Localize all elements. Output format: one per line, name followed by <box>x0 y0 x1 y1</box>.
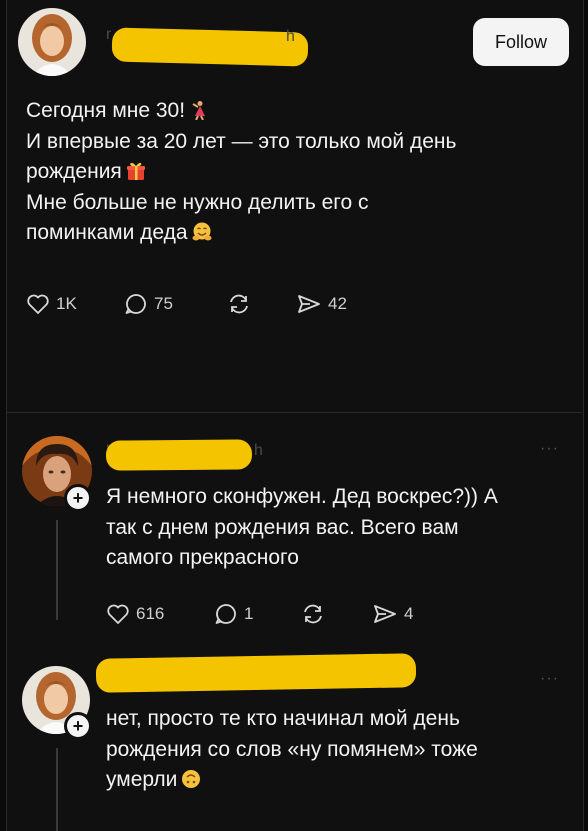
post-divider <box>6 412 582 413</box>
reply1-reply-count: 1 <box>244 604 254 623</box>
reply2-more-icon[interactable]: ··· <box>540 670 559 688</box>
repost-icon <box>230 294 248 314</box>
reply2-username-redaction <box>95 653 417 693</box>
reply2-follow-plus-icon[interactable]: + <box>64 712 92 740</box>
reply2-line-3: умерли <box>106 768 178 791</box>
follow-button[interactable]: Follow <box>473 18 569 66</box>
reply1-line-3: самого прекрасного <box>106 546 299 569</box>
like-count: 1K <box>56 294 77 313</box>
repost-button[interactable] <box>226 293 252 315</box>
share-count: 42 <box>328 294 347 313</box>
dancer-emoji <box>192 101 206 120</box>
send-icon <box>298 295 320 313</box>
author-avatar[interactable] <box>18 8 86 76</box>
reply1-username-redaction <box>105 439 253 471</box>
post-line-4: Мне больше не нужно делить его с <box>26 190 369 214</box>
reply1-time-residue: h <box>254 442 263 459</box>
like-button[interactable]: 1K <box>26 293 77 315</box>
reply1-share-button[interactable]: 4 <box>372 603 413 625</box>
hugging-face-emoji <box>192 222 212 241</box>
reply-count: 75 <box>154 294 173 313</box>
heart-icon <box>107 604 129 624</box>
reply1-line-2: так с днем рождения вас. Всего вам <box>106 515 459 539</box>
upside-down-face-emoji <box>182 770 201 788</box>
comment-icon <box>125 294 146 314</box>
post-time-residue: h <box>286 28 295 45</box>
author-username-residue: r <box>106 26 112 43</box>
reply2-line-2: рождения со слов «ну помянем» тоже <box>106 737 478 761</box>
reply2-thread-line <box>56 748 58 831</box>
reply1-follow-plus-icon[interactable]: + <box>64 484 92 512</box>
username-redaction <box>111 27 309 67</box>
reply1-like-button[interactable]: 616 <box>106 603 164 625</box>
repost-icon <box>304 604 322 624</box>
reply-button[interactable]: 75 <box>124 293 173 315</box>
reply1-body: Я немного сконфужен. Дед воскрес?)) А та… <box>106 482 498 574</box>
reply1-more-icon[interactable]: ··· <box>540 440 559 458</box>
gift-emoji <box>126 162 145 180</box>
post-line-5: поминками деда <box>26 221 188 244</box>
heart-icon <box>27 294 49 314</box>
share-button[interactable]: 42 <box>296 293 347 315</box>
send-icon <box>374 605 396 623</box>
reply1-reply-button[interactable]: 1 <box>214 603 253 625</box>
post-line-2: И впервые за 20 лет — это только мой ден… <box>26 129 457 153</box>
post-body: Сегодня мне 30! И впервые за 20 лет — эт… <box>26 96 456 249</box>
reply1-share-count: 4 <box>404 604 414 623</box>
post-line-1: Сегодня мне 30! <box>26 99 186 122</box>
reply1-line-1: Я немного сконфужен. Дед воскрес?)) А <box>106 485 498 508</box>
reply2-body: нет, просто те кто начинал мой день рожд… <box>106 704 478 796</box>
post-line-3: рождения <box>26 160 122 183</box>
reply1-thread-line <box>56 520 58 620</box>
reply1-like-count: 616 <box>136 604 165 623</box>
reply1-repost-button[interactable] <box>300 603 326 625</box>
comment-icon <box>215 604 236 624</box>
reply2-line-1: нет, просто те кто начинал мой день <box>106 707 460 730</box>
